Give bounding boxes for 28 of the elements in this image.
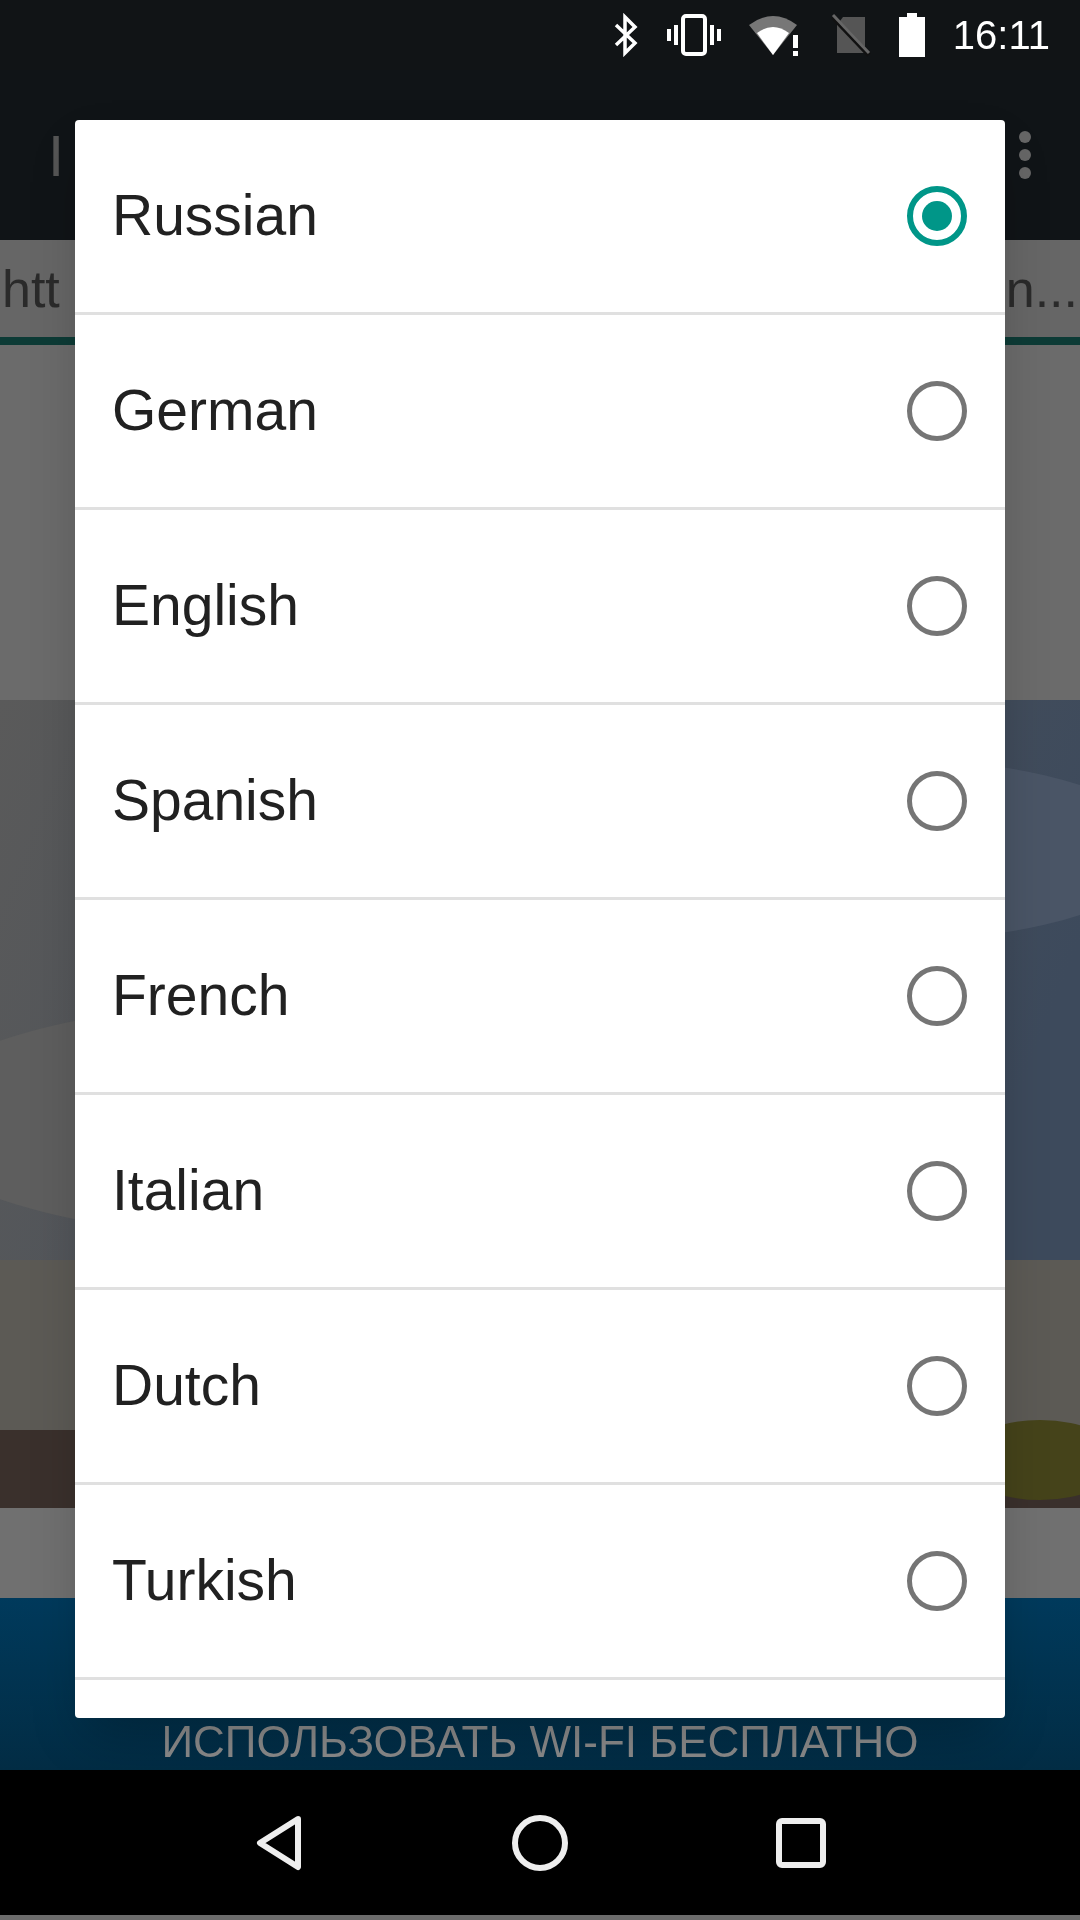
radio-button[interactable] (907, 1161, 967, 1221)
language-option[interactable]: Spanish (75, 705, 1005, 900)
language-option[interactable]: German (75, 315, 1005, 510)
radio-button[interactable] (907, 381, 967, 441)
clock: 16:11 (952, 12, 1050, 59)
language-option[interactable]: Dutch (75, 1290, 1005, 1485)
language-option[interactable]: Italian (75, 1095, 1005, 1290)
language-option[interactable]: English (75, 510, 1005, 705)
language-option[interactable]: Russian (75, 120, 1005, 315)
radio-button[interactable] (907, 1356, 967, 1416)
home-icon[interactable] (511, 1813, 569, 1872)
radio-button[interactable] (907, 1551, 967, 1611)
free-wifi-button[interactable]: ИСПОЛЬЗОВАТЬ WI-FI БЕСПЛАТНО (161, 1720, 919, 1764)
url-text: htt (2, 258, 60, 320)
language-option[interactable]: French (75, 900, 1005, 1095)
language-option[interactable]: Turkish (75, 1485, 1005, 1680)
app-title: I (48, 121, 65, 190)
radio-button[interactable] (907, 186, 967, 246)
no-sim-icon (830, 13, 871, 57)
bluetooth-icon (612, 13, 639, 57)
radio-button[interactable] (907, 576, 967, 636)
battery-icon (898, 13, 925, 57)
radio-button[interactable] (907, 771, 967, 831)
url-text-end: n... (1005, 258, 1078, 320)
radio-button[interactable] (907, 966, 967, 1026)
recents-icon[interactable] (776, 1817, 827, 1868)
vibrate-icon (666, 13, 721, 57)
overflow-menu-icon (1018, 130, 1032, 180)
